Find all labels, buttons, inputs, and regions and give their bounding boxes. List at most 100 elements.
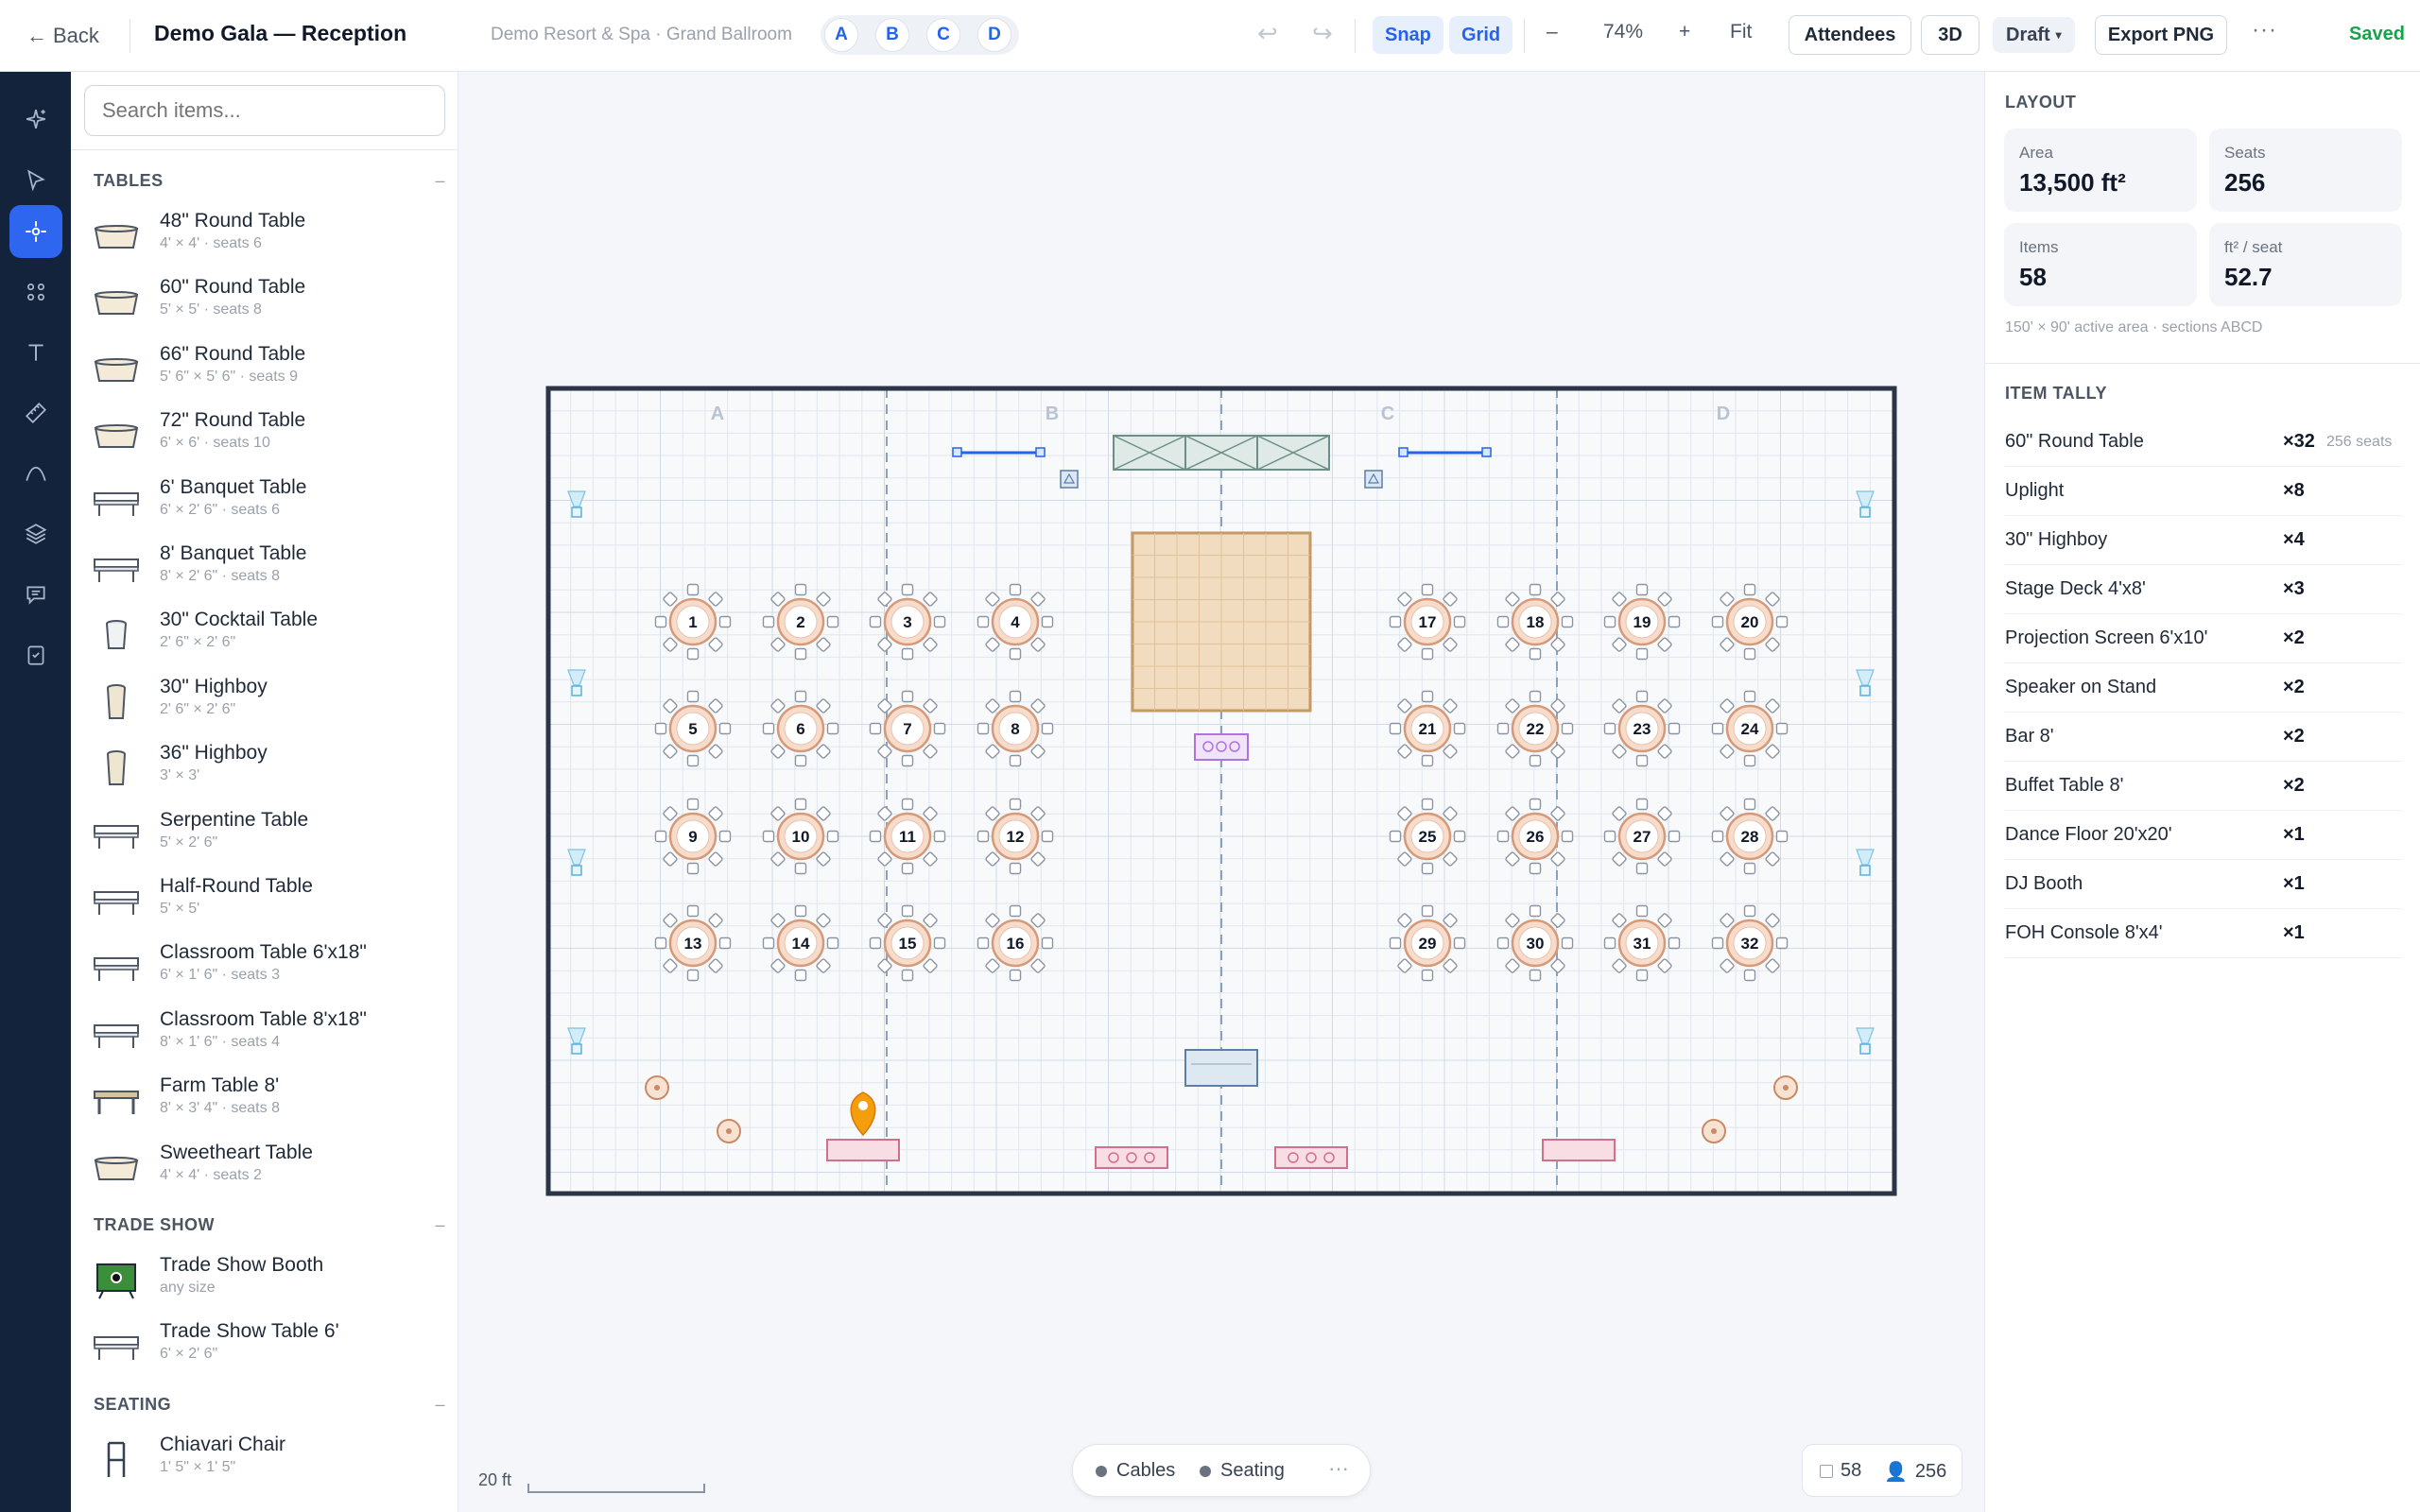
table-number[interactable]: 21: [1419, 720, 1437, 738]
library-item[interactable]: 72" Round Table 6' × 6' · seats 10: [92, 405, 441, 464]
table-number[interactable]: 16: [1007, 935, 1025, 953]
layers-more-button[interactable]: ···: [1328, 1456, 1349, 1481]
fit-button[interactable]: Fit: [1730, 21, 1752, 43]
rail-path-button[interactable]: [9, 447, 62, 500]
rail-select-button[interactable]: [9, 154, 62, 207]
foh-console[interactable]: [1184, 1049, 1258, 1087]
library-item[interactable]: Classroom Table 8'x18" 8' × 1' 6" · seats…: [92, 1005, 441, 1063]
buffet-table[interactable]: [1274, 1146, 1348, 1169]
floorplan-canvas[interactable]: A B C D 1 2 3 4 5 6 7 8 9 10 11 12 13 14 15 16 17 18 19 20 21 22 2…: [459, 72, 1983, 1512]
rail-groups-button[interactable]: [9, 266, 62, 318]
zoom-in-button[interactable]: +: [1679, 21, 1690, 43]
cables-toggle[interactable]: Cables: [1096, 1460, 1175, 1482]
table-number[interactable]: 27: [1634, 828, 1651, 846]
view-3d-button[interactable]: 3D: [1921, 15, 1979, 55]
tally-row[interactable]: Buffet Table 8' ×2: [2005, 762, 2402, 811]
table-number[interactable]: 12: [1007, 828, 1025, 846]
section-d-button[interactable]: D: [977, 18, 1011, 52]
table-number[interactable]: 30: [1527, 935, 1545, 953]
tally-row[interactable]: Bar 8' ×2: [2005, 713, 2402, 762]
snap-toggle[interactable]: Snap: [1373, 16, 1443, 54]
collapse-icon[interactable]: –: [435, 171, 445, 191]
table-number[interactable]: 24: [1741, 720, 1759, 738]
tally-row[interactable]: DJ Booth ×1: [2005, 860, 2402, 909]
zoom-level[interactable]: 74%: [1603, 21, 1643, 43]
bar[interactable]: [1542, 1139, 1616, 1161]
collapse-icon[interactable]: –: [435, 1395, 445, 1415]
table-number[interactable]: 18: [1527, 613, 1545, 631]
more-menu-button[interactable]: ···: [2252, 17, 2277, 43]
rail-comments-button[interactable]: [9, 568, 62, 621]
table-number[interactable]: 11: [899, 828, 916, 846]
buffet-table[interactable]: [1095, 1146, 1168, 1169]
library-item[interactable]: Farm Table 8' 8' × 3' 4" · seats 8: [92, 1071, 441, 1129]
table-number[interactable]: 19: [1634, 613, 1651, 631]
section-a-button[interactable]: A: [824, 18, 858, 52]
tally-row[interactable]: 60" Round Table ×32 256 seats: [2005, 418, 2402, 467]
rail-text-button[interactable]: [9, 326, 62, 379]
table-number[interactable]: 15: [899, 935, 917, 953]
library-item[interactable]: 48" Round Table 4' × 4' · seats 6: [92, 206, 441, 265]
library-item[interactable]: 8' Banquet Table 8' × 2' 6" · seats 8: [92, 539, 441, 597]
table-number[interactable]: 3: [903, 613, 911, 631]
library-item[interactable]: 6' Banquet Table 6' × 2' 6" · seats 6: [92, 472, 441, 531]
stage-decks[interactable]: [1113, 435, 1330, 471]
library-item[interactable]: 30" Highboy 2' 6" × 2' 6": [92, 672, 441, 730]
zoom-out-button[interactable]: –: [1547, 21, 1558, 43]
library-item[interactable]: Half-Round Table 5' × 5': [92, 871, 441, 930]
tally-row[interactable]: Uplight ×8: [2005, 467, 2402, 516]
collapse-icon[interactable]: –: [435, 1215, 445, 1235]
table-number[interactable]: 8: [1011, 720, 1019, 738]
table-number[interactable]: 31: [1634, 935, 1651, 953]
table-number[interactable]: 25: [1419, 828, 1437, 846]
library-item[interactable]: 66" Round Table 5' 6" × 5' 6" · seats 9: [92, 339, 441, 398]
table-number[interactable]: 10: [792, 828, 810, 846]
table-number[interactable]: 26: [1527, 828, 1545, 846]
category-header-tables[interactable]: TABLES –: [94, 171, 445, 191]
rail-measure-button[interactable]: [9, 387, 62, 439]
table-number[interactable]: 9: [688, 828, 697, 846]
table-number[interactable]: 20: [1741, 613, 1759, 631]
table-number[interactable]: 2: [796, 613, 804, 631]
tally-row[interactable]: Speaker on Stand ×2: [2005, 663, 2402, 713]
rail-checklist-button[interactable]: [9, 628, 62, 681]
back-button[interactable]: ← Back: [26, 21, 99, 51]
section-c-button[interactable]: C: [926, 18, 960, 52]
library-item[interactable]: Trade Show Booth any size: [92, 1250, 441, 1309]
table-number[interactable]: 29: [1419, 935, 1437, 953]
table-number[interactable]: 22: [1527, 720, 1545, 738]
rail-items-button[interactable]: [9, 205, 62, 258]
table-number[interactable]: 32: [1741, 935, 1759, 953]
section-b-button[interactable]: B: [875, 18, 909, 52]
rail-ai-button[interactable]: [9, 93, 62, 146]
library-item[interactable]: 30" Cocktail Table 2' 6" × 2' 6": [92, 605, 441, 663]
speaker-on-stand[interactable]: [1364, 470, 1383, 489]
speaker-on-stand[interactable]: [1060, 470, 1079, 489]
library-item[interactable]: Classroom Table 6'x18" 6' × 1' 6" · seats…: [92, 937, 441, 996]
library-item[interactable]: Serpentine Table 5' × 2' 6": [92, 805, 441, 864]
seating-toggle[interactable]: Seating: [1200, 1460, 1285, 1482]
undo-icon[interactable]: ↩: [1257, 19, 1278, 48]
tally-row[interactable]: FOH Console 8'x4' ×1: [2005, 909, 2402, 958]
floorplan[interactable]: A B C D1 2 3 45 6 7 89 10 11 1213 14 15 1617 18 19 2021 22 2…: [459, 72, 1983, 1512]
tally-row[interactable]: Projection Screen 6'x10' ×2: [2005, 614, 2402, 663]
table-number[interactable]: 4: [1011, 613, 1020, 631]
table-number[interactable]: 23: [1634, 720, 1651, 738]
bar[interactable]: [826, 1139, 900, 1161]
category-header-seating[interactable]: SEATING –: [94, 1395, 445, 1415]
tally-row[interactable]: 30" Highboy ×4: [2005, 516, 2402, 565]
table-number[interactable]: 14: [792, 935, 810, 953]
table-number[interactable]: 1: [688, 613, 697, 631]
category-header-trade-show[interactable]: TRADE SHOW –: [94, 1215, 445, 1235]
library-item[interactable]: Trade Show Table 6' 6' × 2' 6": [92, 1316, 441, 1375]
table-number[interactable]: 5: [688, 720, 697, 738]
grid-toggle[interactable]: Grid: [1449, 16, 1513, 54]
library-item[interactable]: 36" Highboy 3' × 3': [92, 738, 441, 797]
rail-layers-button[interactable]: [9, 507, 62, 560]
library-item[interactable]: Sweetheart Table 4' × 4' · seats 2: [92, 1138, 441, 1196]
attendees-button[interactable]: Attendees: [1789, 15, 1911, 55]
status-dropdown[interactable]: Draft ▾: [1993, 17, 2075, 53]
tally-row[interactable]: Dance Floor 20'x20' ×1: [2005, 811, 2402, 860]
table-number[interactable]: 13: [684, 935, 702, 953]
document-title[interactable]: Demo Gala — Reception: [154, 21, 406, 46]
